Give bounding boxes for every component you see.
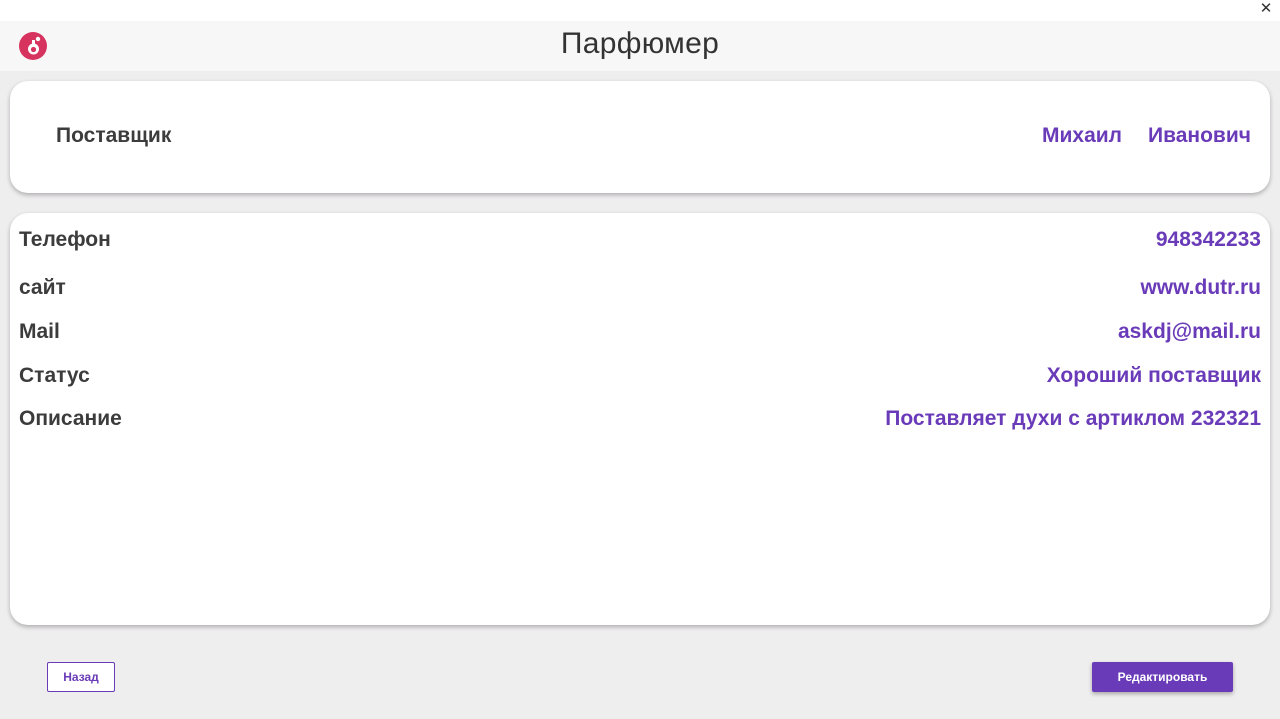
site-value: www.dutr.ru [1140,276,1261,299]
site-label: сайт [19,276,66,299]
mail-value: askdj@mail.ru [1117,320,1261,343]
phone-value: 948342233 [1155,228,1261,251]
supplier-first-name: Михаил [1042,124,1123,147]
supplier-card: Поставщик Михаил Иванович [10,81,1270,193]
description-value: Поставляет духи с артиклом 232321 [885,407,1261,430]
supplier-details-card: Телефон 948342233 сайт www.dutr.ru Mail … [10,213,1270,625]
supplier-label: Поставщик [56,124,172,147]
status-value: Хороший поставщик [1046,364,1261,387]
back-button[interactable]: Назад [47,662,115,692]
app-header: Парфюмер [0,21,1280,71]
mail-label: Mail [19,320,60,343]
edit-button[interactable]: Редактировать [1092,662,1233,692]
close-icon[interactable]: ✕ [1258,0,1274,18]
phone-label: Телефон [19,228,111,251]
page-title: Парфюмер [560,27,720,60]
window-titlebar: ✕ [0,0,1280,21]
status-label: Статус [19,364,90,387]
description-label: Описание [19,407,122,430]
supplier-patronymic: Иванович [1148,124,1251,147]
